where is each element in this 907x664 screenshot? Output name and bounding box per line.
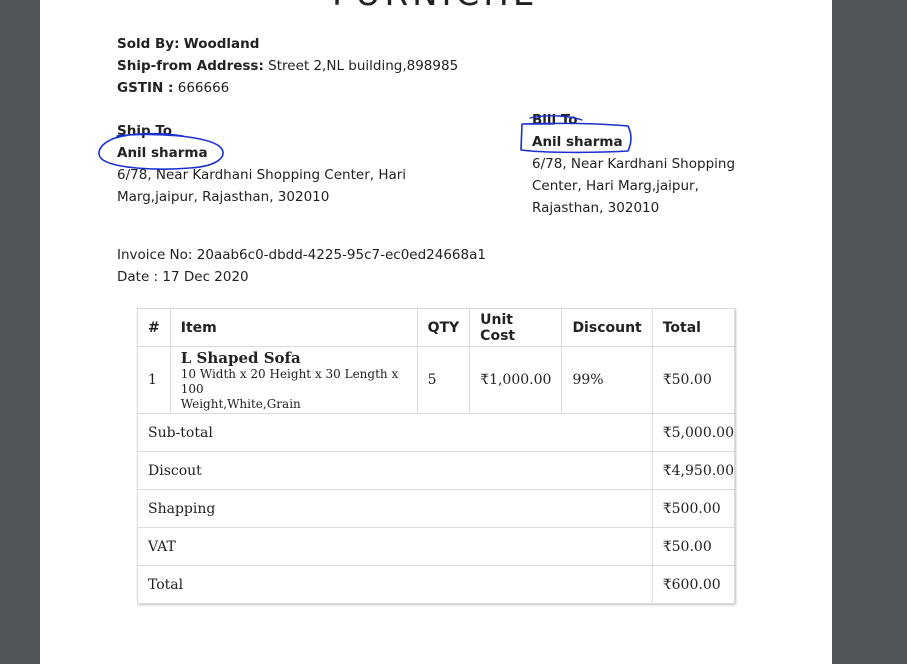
invoice-items-table: # Item QTY Unit Cost Discount Total 1 L … (137, 308, 736, 604)
ship-to-name: Anil sharma (117, 145, 208, 161)
grand-total-row: Total ₹600.00 (137, 565, 736, 604)
item-name: L Shaped Sofa (180, 348, 301, 367)
ship-from-line: Ship-from Address: Street 2,NL building,… (117, 58, 458, 74)
invoice-date-label: Date : (117, 269, 159, 285)
sold-by-line: Sold By: Woodland (117, 36, 259, 52)
col-header-item: Item (169, 308, 418, 347)
bill-to-address-line2: Center, Hari Marg,jaipur, (532, 178, 699, 194)
subtotal-value: ₹5,000.00 (651, 413, 736, 452)
discount-label: Discout (137, 451, 653, 490)
discount-value: ₹4,950.00 (651, 451, 736, 490)
col-header-num: # (137, 308, 171, 347)
viewer-background-right (832, 0, 907, 664)
vat-row: VAT ₹50.00 (137, 527, 736, 566)
bill-to-address: 6/78, Near Kardhani Shopping Center, Har… (532, 153, 735, 219)
row-total: ₹50.00 (651, 346, 736, 414)
ship-to-title: Ship To (117, 123, 173, 139)
invoice-number-line: Invoice No: 20aab6c0-dbdd-4225-95c7-ec0e… (117, 247, 486, 263)
gstin-line: GSTIN : 666666 (117, 80, 229, 96)
item-description-line1: 10 Width x 20 Height x 30 Length x 100 (180, 366, 399, 396)
bill-to-address-line3: Rajasthan, 302010 (532, 200, 660, 216)
shipping-label: Shapping (137, 489, 653, 528)
discount-row: Discout ₹4,950.00 (137, 451, 736, 490)
ship-from-label: Ship-from Address: (117, 58, 264, 74)
row-qty: 5 (416, 346, 471, 414)
table-row: 1 L Shaped Sofa 10 Width x 20 Height x 3… (137, 346, 736, 414)
col-header-qty: QTY (416, 308, 471, 347)
invoice-date-value: 17 Dec 2020 (162, 269, 249, 285)
grand-total-value: ₹600.00 (651, 565, 736, 604)
bill-to-title: Bill To (532, 112, 578, 128)
bill-to-address-line1: 6/78, Near Kardhani Shopping (532, 156, 736, 172)
col-header-unit-cost: Unit Cost (469, 308, 563, 347)
sold-by-value: Woodland (183, 36, 260, 52)
gstin-value: 666666 (177, 80, 230, 96)
row-num: 1 (137, 346, 171, 414)
viewer-background-left (0, 0, 40, 664)
vat-value: ₹50.00 (651, 527, 736, 566)
invoice-number-label: Invoice No: (117, 247, 193, 263)
gstin-label: GSTIN : (117, 80, 174, 96)
ship-to-address-line2: Marg,jaipur, Rajasthan, 302010 (117, 189, 330, 205)
subtotal-row: Sub-total ₹5,000.00 (137, 413, 736, 452)
ship-to-address-line1: 6/78, Near Kardhani Shopping Center, Har… (117, 167, 407, 183)
row-item: L Shaped Sofa 10 Width x 20 Height x 30 … (169, 346, 418, 414)
col-header-discount: Discount (561, 308, 653, 347)
row-unit-cost: ₹1,000.00 (469, 346, 563, 414)
vat-label: VAT (137, 527, 653, 566)
subtotal-label: Sub-total (137, 413, 653, 452)
item-description-line2: Weight,White,Grain (180, 396, 301, 411)
invoice-date-line: Date : 17 Dec 2020 (117, 269, 249, 285)
grand-total-label: Total (137, 565, 653, 604)
sold-by-label: Sold By: (117, 36, 180, 52)
ship-to-address: 6/78, Near Kardhani Shopping Center, Har… (117, 164, 406, 208)
shipping-row: Shapping ₹500.00 (137, 489, 736, 528)
table-header-row: # Item QTY Unit Cost Discount Total (137, 308, 736, 347)
shipping-value: ₹500.00 (651, 489, 736, 528)
bill-to-name: Anil sharma (532, 134, 623, 150)
page-heading: FURNICHE (332, 0, 534, 14)
invoice-number-value: 20aab6c0-dbdd-4225-95c7-ec0ed24668a1 (196, 247, 486, 263)
invoice-page: FURNICHE Sold By: Woodland Ship-from Add… (40, 0, 832, 664)
row-discount: 99% (561, 346, 653, 414)
ship-from-value: Street 2,NL building,898985 (268, 58, 459, 74)
col-header-total: Total (651, 308, 736, 347)
